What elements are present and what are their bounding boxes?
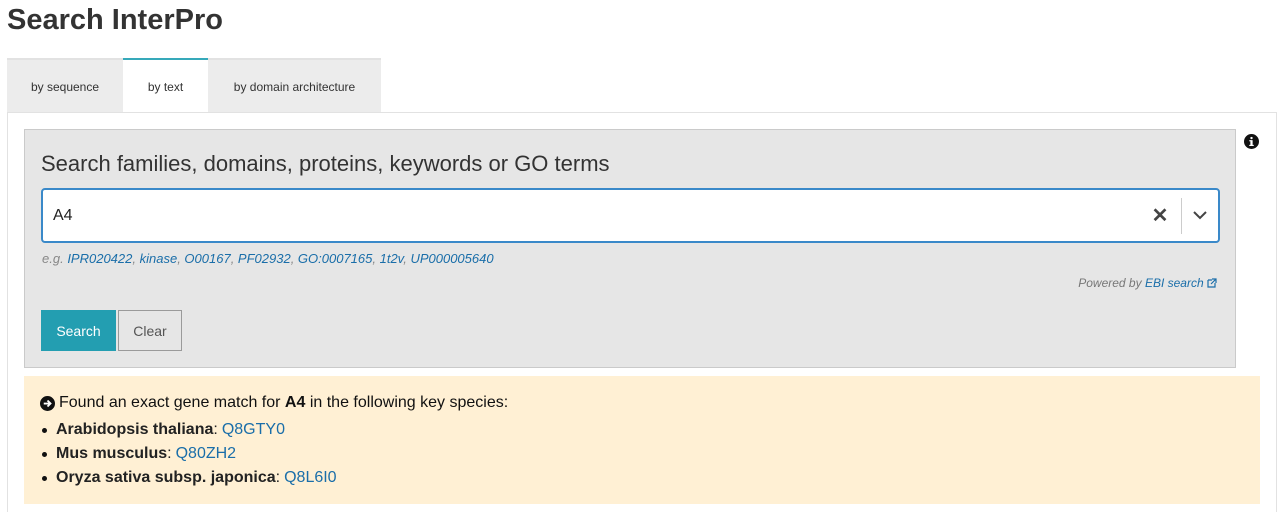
arrow-circle-right-icon <box>40 395 55 411</box>
tab-by-domain-architecture[interactable]: by domain architecture <box>208 58 381 113</box>
text-search-form: Search families, domains, proteins, keyw… <box>24 129 1236 368</box>
exact-match-callout: Found an exact gene match for A4 in the … <box>24 376 1260 504</box>
search-input[interactable] <box>53 190 1143 241</box>
list-item: Oryza sativa subsp. japonica: Q8L6I0 <box>42 466 337 490</box>
example-link[interactable]: PF02932 <box>238 251 291 266</box>
bullet <box>42 451 47 457</box>
chevron-down-icon[interactable] <box>1188 203 1212 227</box>
callout-intro: Found an exact gene match for A4 in the … <box>40 394 508 412</box>
bullet <box>42 475 47 481</box>
example-link[interactable]: GO:0007165 <box>298 251 372 266</box>
species-name: Oryza sativa subsp. japonica <box>56 469 276 486</box>
example-link[interactable]: UP000005640 <box>410 251 493 266</box>
ebi-search-link[interactable]: EBI search <box>1145 276 1217 290</box>
list-item: Mus musculus: Q80ZH2 <box>42 442 337 466</box>
list-item: Arabidopsis thaliana: Q8GTY0 <box>42 418 337 442</box>
species-list: Arabidopsis thaliana: Q8GTY0 Mus musculu… <box>42 418 337 490</box>
tab-by-text[interactable]: by text <box>123 58 208 113</box>
example-link[interactable]: IPR020422 <box>67 251 132 266</box>
search-button[interactable]: Search <box>41 310 116 351</box>
search-field: ✕ <box>41 188 1220 243</box>
accession-link[interactable]: Q8GTY0 <box>222 418 285 442</box>
example-link[interactable]: kinase <box>140 251 178 266</box>
search-examples: e.g. IPR020422, kinase, O00167, PF02932,… <box>42 251 494 266</box>
example-link[interactable]: O00167 <box>184 251 230 266</box>
ebi-search-link-label: EBI search <box>1144 276 1204 290</box>
external-link-icon <box>1207 278 1217 288</box>
clear-button[interactable]: Clear <box>118 310 182 351</box>
close-icon[interactable]: ✕ <box>1148 203 1172 227</box>
accession-link[interactable]: Q8L6I0 <box>284 466 336 490</box>
search-heading: Search families, domains, proteins, keyw… <box>41 151 610 176</box>
search-tabs: by sequence by text by domain architectu… <box>7 58 381 113</box>
page-title: Search InterPro <box>7 4 223 36</box>
info-circle-icon[interactable] <box>1244 134 1259 149</box>
input-divider <box>1181 198 1182 234</box>
powered-prefix: Powered by <box>1078 276 1142 290</box>
powered-by: Powered by EBI search <box>1078 276 1217 290</box>
example-link[interactable]: 1t2v <box>380 251 404 266</box>
species-name: Mus musculus <box>56 445 168 462</box>
callout-text-after: in the following key species: <box>309 394 509 411</box>
tab-by-sequence[interactable]: by sequence <box>7 58 123 113</box>
species-name: Arabidopsis thaliana <box>56 421 214 438</box>
examples-prefix: e.g. <box>42 251 64 266</box>
callout-text-before: Found an exact gene match for <box>59 394 281 411</box>
accession-link[interactable]: Q80ZH2 <box>176 442 236 466</box>
callout-query: A4 <box>284 394 306 411</box>
bullet <box>42 427 47 433</box>
